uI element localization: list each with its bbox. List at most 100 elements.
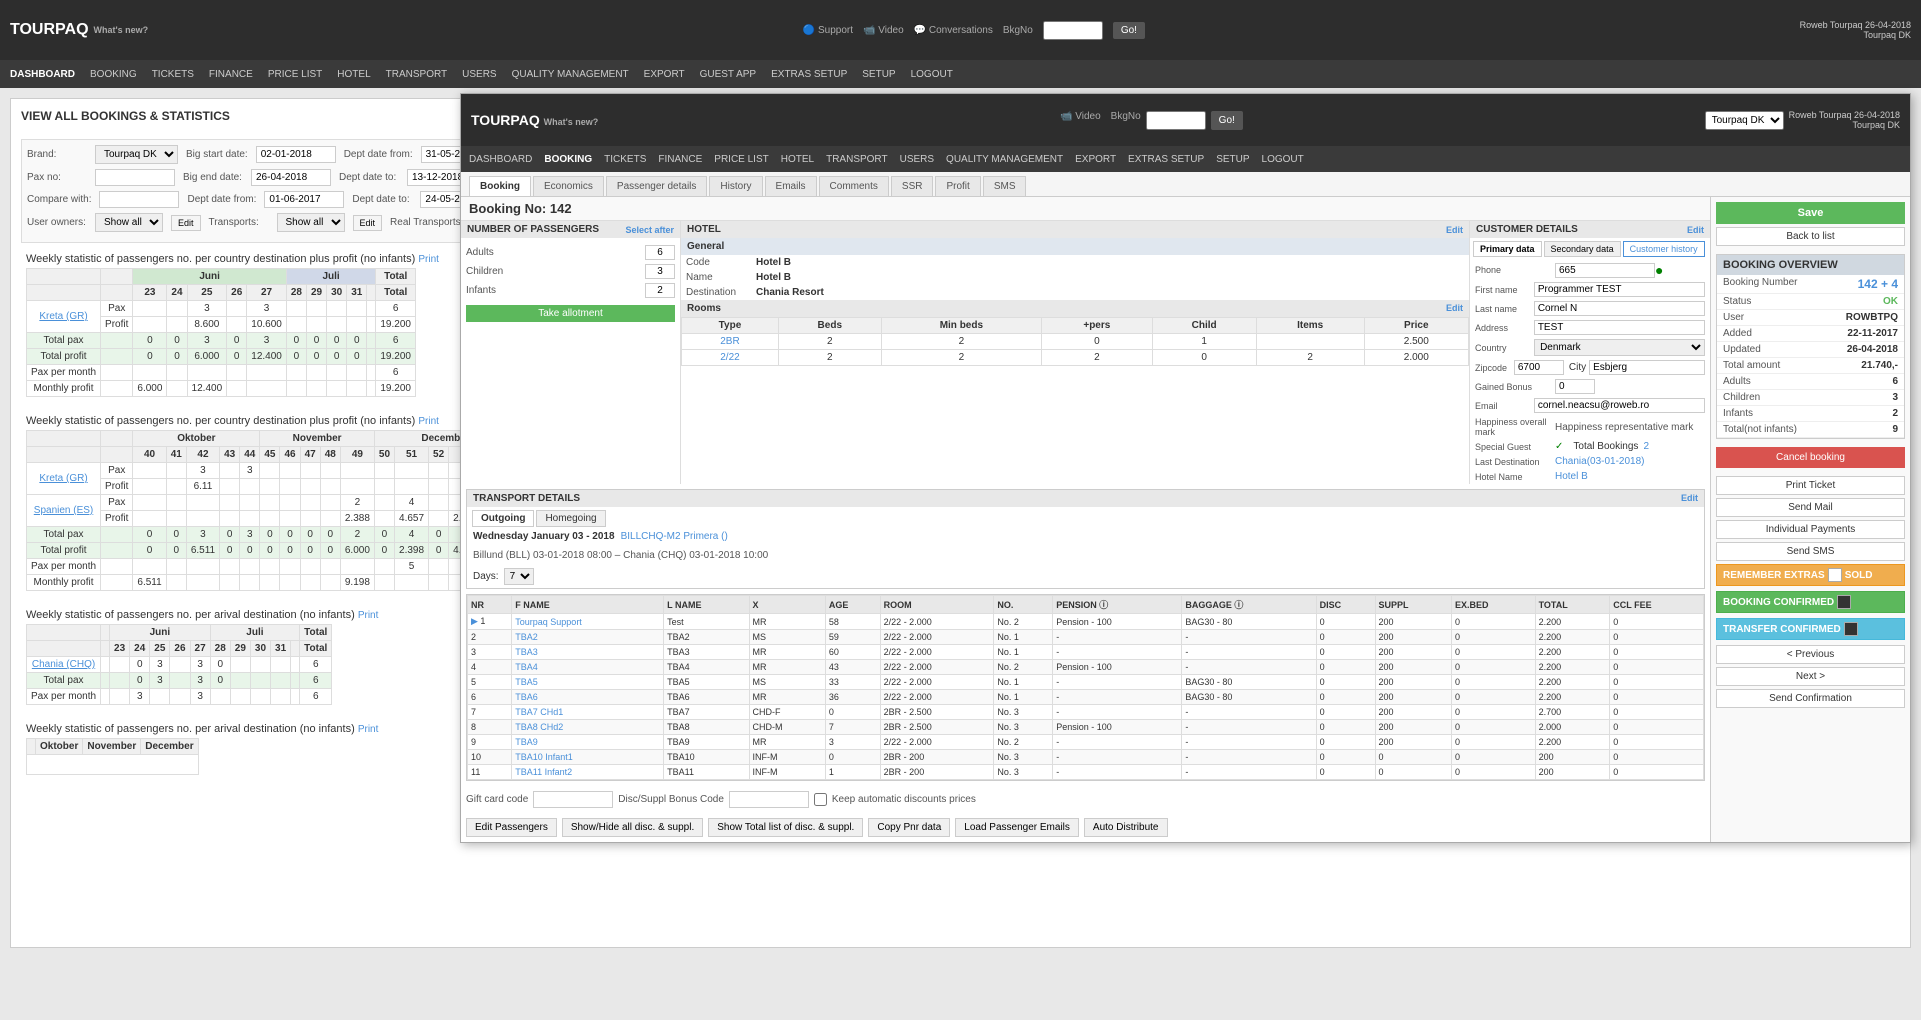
select-after[interactable]: Select after bbox=[625, 225, 674, 235]
nav-guestapp[interactable]: GUEST APP bbox=[700, 69, 757, 80]
show-hide-disc-btn[interactable]: Show/Hide all disc. & suppl. bbox=[562, 818, 703, 837]
cust-history-btn[interactable]: Customer history bbox=[1623, 241, 1705, 257]
send-sms-btn[interactable]: Send SMS bbox=[1716, 542, 1905, 561]
stat1-print[interactable]: Print bbox=[418, 254, 439, 265]
spanien-link[interactable]: Spanien (ES) bbox=[27, 495, 101, 527]
nav-extras[interactable]: EXTRAS SETUP bbox=[771, 69, 847, 80]
modal-nav-booking[interactable]: BOOKING bbox=[544, 154, 592, 165]
go-button[interactable]: Go! bbox=[1113, 22, 1145, 39]
address-input[interactable] bbox=[1534, 320, 1705, 335]
nav-setup[interactable]: SETUP bbox=[862, 69, 895, 80]
lasthot-value[interactable]: Hotel B bbox=[1555, 471, 1588, 482]
pax-fname-2[interactable]: TBA2 bbox=[515, 632, 538, 642]
pax-fname-9[interactable]: TBA9 bbox=[515, 737, 538, 747]
room-type-1[interactable]: 2BR bbox=[720, 336, 739, 347]
tab-economics[interactable]: Economics bbox=[533, 176, 604, 196]
nav-users[interactable]: USERS bbox=[462, 69, 496, 80]
tab-ssr[interactable]: SSR bbox=[891, 176, 934, 196]
tab-comments[interactable]: Comments bbox=[819, 176, 889, 196]
nav-transport[interactable]: TRANSPORT bbox=[386, 69, 448, 80]
support-link[interactable]: 🔵 Support bbox=[803, 25, 853, 36]
pax-no-input[interactable] bbox=[95, 169, 175, 186]
bg-whats-new[interactable]: What's new? bbox=[94, 25, 149, 35]
load-pax-emails-btn[interactable]: Load Passenger Emails bbox=[955, 818, 1079, 837]
take-allotment-btn[interactable]: Take allotment bbox=[466, 305, 675, 322]
pax-fname-10[interactable]: TBA10 Infant1 bbox=[515, 752, 573, 762]
back-to-list-btn[interactable]: Back to list bbox=[1716, 227, 1905, 246]
compare-input[interactable] bbox=[99, 191, 179, 208]
modal-go-btn[interactable]: Go! bbox=[1211, 111, 1243, 130]
modal-whats-new[interactable]: What's new? bbox=[544, 117, 599, 127]
city-input[interactable] bbox=[1589, 360, 1705, 375]
transport-tab-homegoing[interactable]: Homegoing bbox=[536, 510, 605, 527]
pax-fname-3[interactable]: TBA3 bbox=[515, 647, 538, 657]
nav-finance[interactable]: FINANCE bbox=[209, 69, 253, 80]
big-end-input[interactable] bbox=[251, 169, 331, 186]
adults-input[interactable] bbox=[645, 245, 675, 260]
pax-fname-6[interactable]: TBA6 bbox=[515, 692, 538, 702]
nav-dashboard[interactable]: DASHBOARD bbox=[10, 69, 75, 80]
gift-card-input[interactable] bbox=[533, 791, 613, 808]
modal-nav-setup[interactable]: SETUP bbox=[1216, 154, 1249, 165]
tab-profit[interactable]: Profit bbox=[935, 176, 980, 196]
modal-nav-finance[interactable]: FINANCE bbox=[658, 154, 702, 165]
cust-edit[interactable]: Edit bbox=[1687, 225, 1704, 235]
cust-primary-tab[interactable]: Primary data bbox=[1473, 241, 1542, 257]
modal-nav-extras[interactable]: EXTRAS SETUP bbox=[1128, 154, 1204, 165]
transport-tab-outgoing[interactable]: Outgoing bbox=[472, 510, 534, 527]
pax-fname-8[interactable]: TBA8 CHd2 bbox=[515, 722, 563, 732]
firstname-input[interactable] bbox=[1534, 282, 1705, 297]
modal-nav-export[interactable]: EXPORT bbox=[1075, 154, 1116, 165]
nav-pricelist[interactable]: PRICE LIST bbox=[268, 69, 322, 80]
edit-passengers-btn[interactable]: Edit Passengers bbox=[466, 818, 557, 837]
zip-input[interactable] bbox=[1514, 360, 1564, 375]
nav-logout[interactable]: LOGOUT bbox=[911, 69, 953, 80]
pax-fname-4[interactable]: TBA4 bbox=[515, 662, 538, 672]
nav-hotel[interactable]: HOTEL bbox=[337, 69, 370, 80]
room-type-2[interactable]: 2/22 bbox=[720, 352, 739, 363]
days-select[interactable]: 7 bbox=[504, 568, 534, 585]
infants-input[interactable] bbox=[645, 283, 675, 298]
country-select[interactable]: Denmark bbox=[1534, 339, 1705, 356]
auto-distribute-btn[interactable]: Auto Distribute bbox=[1084, 818, 1168, 837]
modal-bkgno-input[interactable] bbox=[1146, 111, 1206, 130]
chania-link[interactable]: Chania (CHQ) bbox=[27, 657, 101, 673]
booking-confirmed-btn[interactable]: BOOKING CONFIRMED bbox=[1716, 591, 1905, 613]
rooms-edit[interactable]: Edit bbox=[1446, 303, 1463, 314]
show-total-disc-btn[interactable]: Show Total list of disc. & suppl. bbox=[708, 818, 863, 837]
lastdest-value[interactable]: Chania(03-01-2018) bbox=[1555, 456, 1645, 467]
brand-select[interactable]: Tourpaq DK bbox=[95, 145, 178, 164]
pax-expand-0[interactable]: ▶ bbox=[471, 616, 478, 626]
tab-passenger-details[interactable]: Passenger details bbox=[606, 176, 708, 196]
pax-fname-5[interactable]: TBA5 bbox=[515, 677, 538, 687]
nav-quality[interactable]: QUALITY MANAGEMENT bbox=[512, 69, 629, 80]
remember-extras-btn[interactable]: REMEMBER EXTRAS SOLD bbox=[1716, 564, 1905, 586]
phone-input[interactable] bbox=[1555, 263, 1655, 278]
cust-secondary-tab[interactable]: Secondary data bbox=[1544, 241, 1621, 257]
tab-emails[interactable]: Emails bbox=[765, 176, 817, 196]
modal-nav-pricelist[interactable]: PRICE LIST bbox=[714, 154, 768, 165]
bonus-input[interactable] bbox=[1555, 379, 1595, 394]
modal-nav-users[interactable]: USERS bbox=[900, 154, 934, 165]
modal-video[interactable]: 📹 Video bbox=[1060, 111, 1101, 130]
tab-sms[interactable]: SMS bbox=[983, 176, 1027, 196]
next-btn[interactable]: Next > bbox=[1716, 667, 1905, 686]
modal-nav-dashboard[interactable]: DASHBOARD bbox=[469, 154, 532, 165]
email-input[interactable] bbox=[1534, 398, 1705, 413]
user-owners-edit[interactable]: Edit bbox=[171, 215, 201, 231]
user-owners-select[interactable]: Show all bbox=[95, 213, 163, 232]
save-button[interactable]: Save bbox=[1716, 202, 1905, 224]
modal-company-select[interactable]: Tourpaq DK bbox=[1705, 111, 1784, 130]
copy-pnr-btn[interactable]: Copy Pnr data bbox=[868, 818, 950, 837]
transfer-confirmed-btn[interactable]: TRANSFER CONFIRMED bbox=[1716, 618, 1905, 640]
nav-export[interactable]: EXPORT bbox=[644, 69, 685, 80]
disc-suppl-input[interactable] bbox=[729, 791, 809, 808]
modal-nav-hotel[interactable]: HOTEL bbox=[781, 154, 814, 165]
children-input[interactable] bbox=[645, 264, 675, 279]
stat3-print[interactable]: Print bbox=[358, 610, 379, 621]
modal-nav-tickets[interactable]: TICKETS bbox=[604, 154, 646, 165]
cancel-booking-btn[interactable]: Cancel booking bbox=[1716, 447, 1905, 468]
modal-nav-quality[interactable]: QUALITY MANAGEMENT bbox=[946, 154, 1063, 165]
individual-payments-btn[interactable]: Individual Payments bbox=[1716, 520, 1905, 539]
bkgno-input[interactable] bbox=[1043, 21, 1103, 40]
